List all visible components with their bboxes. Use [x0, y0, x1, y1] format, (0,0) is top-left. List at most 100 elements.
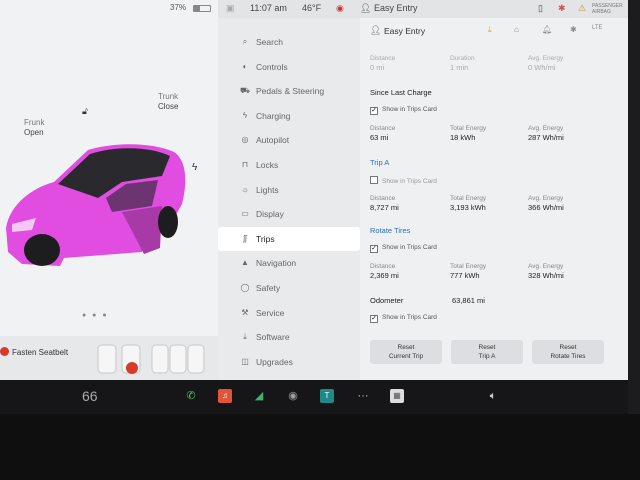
unlock-icon[interactable]: 🔓︎: [82, 106, 88, 117]
checkbox-box[interactable]: ✓: [370, 315, 378, 323]
since-charge-avg-energy: Avg. Energy 287 Wh/mi: [528, 124, 564, 142]
checkbox-box[interactable]: ✓: [370, 107, 378, 115]
frunk-status[interactable]: Frunk Open: [24, 118, 44, 138]
seat-rear-right: [187, 344, 205, 374]
steering-wheel-icon: ◎: [241, 135, 249, 145]
menu-item-label: Service: [256, 307, 285, 318]
frunk-label: Frunk: [24, 118, 45, 127]
cabin-temperature[interactable]: 66: [82, 388, 98, 404]
trunk-status[interactable]: Trunk Close: [158, 92, 178, 112]
bottom-taskbar: 66 ✆ ♫ ◢ ◉ T ··· ▦ 🔈︎: [0, 380, 628, 414]
reset-rotate-tires-button[interactable]: Reset Rotate Tires: [532, 340, 604, 364]
checkbox-label: Show in Trips Card: [382, 178, 437, 185]
reset-trip-a-label: Reset Trip A: [478, 344, 496, 360]
current-distance-value: 0 mi: [370, 63, 385, 72]
since-charge-total-label: Total Energy: [450, 125, 487, 132]
more-apps-icon[interactable]: ···: [356, 389, 370, 403]
calendar-app-icon[interactable]: ▦: [390, 389, 404, 403]
menu-item-locks[interactable]: ⊓ Locks: [218, 153, 360, 177]
phone-icon[interactable]: ✆: [184, 389, 198, 403]
odometer-label: Odometer: [370, 296, 404, 305]
rotate-tires-avg-energy: Avg. Energy 328 Wh/mi: [528, 262, 564, 280]
profile-title[interactable]: Easy Entry: [384, 26, 425, 36]
current-energy-label: Avg. Energy: [528, 55, 564, 62]
menu-item-controls[interactable]: ◐ Controls: [218, 55, 360, 79]
rotate-tires-avg-label: Avg. Energy: [528, 263, 564, 270]
outside-temperature: 46°F: [302, 3, 322, 13]
bluetooth-icon[interactable]: ✱: [558, 3, 566, 14]
since-charge-distance-value: 63 mi: [370, 133, 389, 142]
profile-icon[interactable]: 👤︎: [360, 3, 371, 14]
menu-item-label: Locks: [256, 160, 279, 170]
charge-port-bolt-icon[interactable]: ϟ: [192, 162, 197, 173]
rotate-tires-total-value: 777 kWh: [450, 271, 480, 280]
lock-icon: ⊓: [241, 160, 249, 169]
odometer-value: 63,861 mi: [452, 296, 485, 305]
toybox-app-icon[interactable]: T: [320, 389, 334, 403]
rotate-tires-total-label: Total Energy: [450, 263, 487, 270]
frunk-state: Open: [24, 128, 44, 137]
rotate-tires-title: Rotate Tires: [370, 226, 411, 235]
trip-a-show-checkbox[interactable]: Show in Trips Card: [370, 176, 437, 185]
reset-current-trip-button[interactable]: Reset Current Trip: [370, 340, 442, 364]
menu-item-autopilot[interactable]: ◎ Autopilot: [218, 128, 360, 152]
since-charge-avg-value: 287 Wh/mi: [528, 133, 564, 142]
menu-item-label: Software: [256, 332, 290, 343]
camera-app-icon[interactable]: ◉: [286, 389, 300, 403]
since-last-charge-title: Since Last Charge: [370, 88, 432, 97]
menu-item-lights[interactable]: ☼ Lights: [218, 178, 360, 202]
battery-percent: 37%: [170, 3, 187, 12]
since-charge-distance: Distance 63 mi: [370, 124, 395, 142]
rotate-tires-total-energy: Total Energy 777 kWh: [450, 262, 486, 280]
trip-a-avg-label: Avg. Energy: [528, 195, 564, 202]
sentry-icon[interactable]: ◉: [336, 3, 344, 14]
battery-icon: [193, 5, 211, 12]
checkbox-label: Show in Trips Card: [382, 244, 437, 251]
dashcam-icon[interactable]: ▯: [538, 3, 543, 14]
front-wheel: [24, 234, 60, 266]
battery-fill: [194, 6, 200, 11]
page-indicator-dots[interactable]: ● ● ●: [82, 312, 109, 319]
menu-item-safety[interactable]: ◯ Safety: [218, 276, 360, 300]
lock-status-icon[interactable]: ▣: [226, 3, 235, 14]
menu-item-display[interactable]: ▭ Display: [218, 202, 360, 226]
rotate-tires-show-checkbox[interactable]: ✓ Show in Trips Card: [370, 244, 437, 253]
since-charge-avg-label: Avg. Energy: [528, 125, 564, 132]
menu-item-software[interactable]: ⤓ Software: [218, 325, 360, 349]
menu-item-search[interactable]: ⌕ Search: [218, 30, 360, 54]
menu-item-upgrades[interactable]: ◫ Upgrades: [218, 350, 360, 374]
menu-item-pedals-steering[interactable]: ⛟ Pedals & Steering: [218, 79, 360, 103]
home-icon[interactable]: ⌂: [514, 25, 519, 34]
menu-item-navigation[interactable]: ▲ Navigation: [218, 251, 360, 275]
menu-item-label: Autopilot: [256, 135, 290, 146]
rotate-tires-distance: Distance 2,369 mi: [370, 262, 399, 280]
checkbox-box[interactable]: ✓: [370, 245, 378, 253]
reset-current-trip-label: Reset Current Trip: [388, 344, 424, 360]
menu-item-service[interactable]: ⚒ Service: [218, 301, 360, 325]
energy-app-icon[interactable]: ◢: [252, 389, 266, 403]
checkbox-box[interactable]: [370, 176, 378, 184]
since-charge-show-checkbox[interactable]: ✓ Show in Trips Card: [370, 106, 437, 115]
volume-icon[interactable]: 🔈︎: [486, 389, 500, 403]
car-illustration: [6, 144, 186, 266]
download-icon[interactable]: ⤓: [488, 25, 492, 35]
upgrades-icon: ◫: [241, 356, 249, 366]
driver-profile[interactable]: Easy Entry: [374, 3, 418, 13]
menu-item-trips[interactable]: ʃʃ Trips: [218, 226, 360, 251]
bell-icon[interactable]: 🔔︎: [542, 25, 552, 34]
navigation-icon: ▲: [241, 258, 249, 268]
passenger-airbag-indicator: PASSENGER AIRBAG: [592, 3, 623, 15]
menu-item-charging[interactable]: ϟ Charging: [218, 104, 360, 128]
light-icon: ☼: [241, 184, 249, 194]
audio-app-icon[interactable]: ♫: [218, 389, 232, 403]
trip-a-avg-energy: Avg. Energy 366 Wh/mi: [528, 194, 564, 212]
reset-trip-a-button[interactable]: Reset Trip A: [451, 340, 523, 364]
trunk-state: Close: [158, 102, 179, 111]
seat-occupancy-diagram: [97, 344, 205, 374]
vehicle-display-frame: Frunk Open 🔓︎ Trunk Close ϟ ● ● ● Fasten…: [0, 0, 640, 480]
odometer-show-checkbox[interactable]: ✓ Show in Trips Card: [370, 314, 437, 323]
search-icon: ⌕: [242, 37, 248, 46]
bluetooth-icon[interactable]: ✱: [570, 25, 577, 34]
trunk-label: Trunk: [158, 92, 179, 101]
trip-a-avg-value: 366 Wh/mi: [528, 203, 564, 212]
